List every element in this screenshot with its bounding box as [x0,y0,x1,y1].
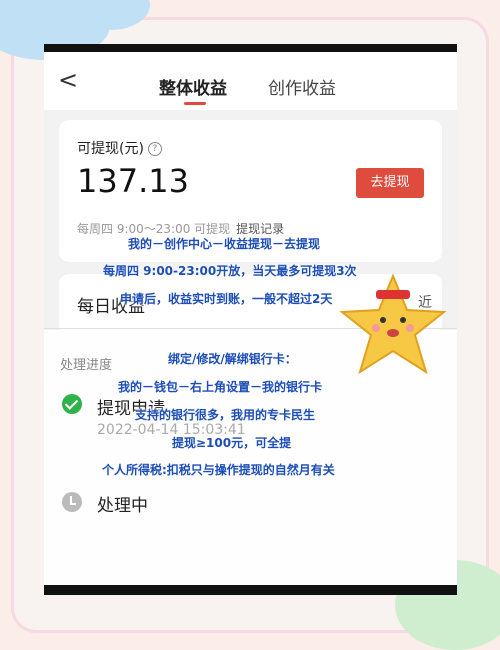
annotation-banks: 支持的银行很多，我用的专卡民生 [135,408,316,422]
withdraw-button[interactable]: 去提现 [356,168,424,198]
clock-icon [62,492,82,512]
tab-overall-earnings[interactable]: 整体收益 [159,74,227,99]
tab-creation-earnings[interactable]: 创作收益 [268,74,336,99]
annotation-schedule: 每周四 9:00-23:00开放，当天最多可提现3次 [103,264,357,278]
annotation-path-withdraw: 我的－创作中心－收益提现－去提现 [128,237,321,251]
annotation-arrival: 申请后，收益实时到账，一般不超过2天 [120,292,333,306]
bottom-black-bar [44,585,457,595]
annotation-bind-card: 绑定/修改/解绑银行卡： [168,352,297,366]
active-tab-indicator [184,102,206,105]
withdrawable-label: 可提现(元)? [77,138,162,158]
progress-title: 处理进度 [60,358,113,373]
withdrawable-amount: 137.13 [77,162,189,200]
help-icon[interactable]: ? [147,142,162,156]
withdraw-record-link[interactable]: 提现记录 [236,222,284,236]
star-mascot-sticker [339,273,447,375]
step-processing: 处理中 [97,496,148,516]
check-circle-icon [62,394,82,414]
withdrawable-label-text: 可提现(元) [77,141,144,157]
annotation-tax: 个人所得税:扣税只与操作提现的自然月有关 [102,463,335,477]
nav-header: < 整体收益 创作收益 [44,52,457,110]
back-icon[interactable]: < [58,66,78,94]
annotation-minimum: 提现≥100元，可全提 [172,436,292,450]
annotation-card-path: 我的－钱包－右上角设置－我的银行卡 [118,380,323,394]
schedule-text: 每周四 9:00～23:00 可提现 [77,222,231,236]
